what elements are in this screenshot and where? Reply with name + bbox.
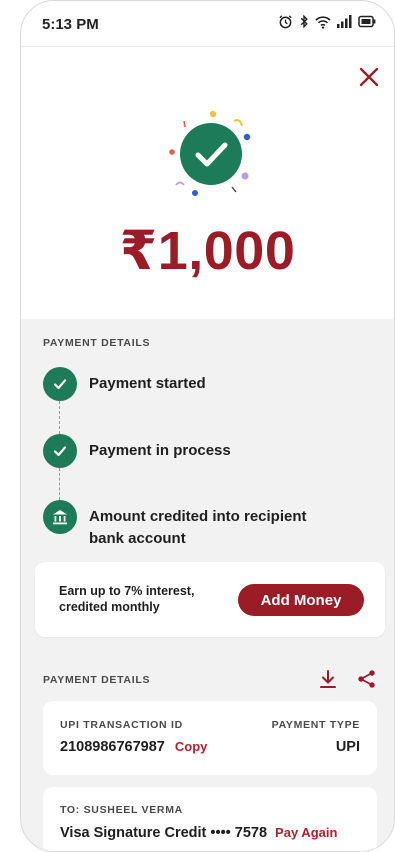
alarm-icon xyxy=(278,14,293,32)
timeline-step-processing: Payment in process xyxy=(43,434,231,468)
upi-transaction-id-label: UPI TRANSACTION ID xyxy=(60,719,183,731)
section-label-payment-details: PAYMENT DETAILS xyxy=(43,674,151,686)
status-time: 5:13 PM xyxy=(42,16,99,33)
check-icon xyxy=(53,446,67,457)
timeline-connector xyxy=(59,468,60,500)
add-money-button[interactable]: Add Money xyxy=(238,584,364,616)
payment-summary: 5:13 PM ₹1,000 xyxy=(21,1,394,319)
share-icon xyxy=(358,670,375,688)
share-button[interactable] xyxy=(357,669,376,689)
upi-transaction-id: 2108986767987 xyxy=(60,739,165,755)
step-label: Amount credited into recipient bank acco… xyxy=(89,508,307,547)
interest-promo-card: Earn up to 7% interest, credited monthly… xyxy=(35,562,385,637)
payment-amount: ₹1,000 xyxy=(119,221,296,281)
download-icon xyxy=(320,670,336,688)
timeline-step-credited: Amount credited into recipient bank acco… xyxy=(43,500,309,550)
bank-icon xyxy=(53,510,67,525)
promo-text: Earn up to 7% interest, credited monthly xyxy=(59,584,195,614)
step-label: Payment in process xyxy=(89,442,231,459)
card-details: Visa Signature Credit •••• 7578 xyxy=(60,825,268,841)
recipient-card: TO: SUSHEEL VERMA Visa Signature Credit … xyxy=(43,787,377,851)
step-dot xyxy=(43,500,77,534)
close-button[interactable] xyxy=(356,64,382,90)
success-check-graphic xyxy=(166,109,256,199)
phone-screen: 5:13 PM ₹1,000 PAYMENT DETAILS Payment s… xyxy=(20,0,395,852)
copy-link[interactable]: Copy xyxy=(175,739,208,754)
timeline-step-started: Payment started xyxy=(43,367,206,401)
upi-transaction-id-row: 2108986767987 Copy xyxy=(60,739,207,755)
signal-icon xyxy=(337,15,352,31)
battery-icon xyxy=(358,15,376,31)
recipient-label: TO: SUSHEEL VERMA xyxy=(60,804,183,816)
details-actions xyxy=(319,669,376,689)
timeline-connector xyxy=(59,401,60,434)
wifi-icon xyxy=(315,15,331,32)
pay-again-link[interactable]: Pay Again xyxy=(275,825,337,840)
bluetooth-icon xyxy=(299,14,309,32)
payment-type-label: PAYMENT TYPE xyxy=(271,719,360,731)
close-icon xyxy=(359,67,379,87)
step-label: Payment started xyxy=(89,375,206,392)
recipient-card-row: Visa Signature Credit •••• 7578 Pay Agai… xyxy=(60,825,337,841)
payment-type-value: UPI xyxy=(335,739,360,755)
section-label-payment-status: PAYMENT DETAILS xyxy=(43,337,151,349)
step-dot xyxy=(43,434,77,468)
transaction-card: UPI TRANSACTION ID 2108986767987 Copy PA… xyxy=(43,701,377,775)
step-dot xyxy=(43,367,77,401)
status-bar: 5:13 PM xyxy=(21,1,394,47)
check-icon xyxy=(53,379,67,390)
status-icons xyxy=(278,14,376,32)
payment-timeline: Payment started Payment in process Amoun… xyxy=(43,367,363,547)
download-button[interactable] xyxy=(319,669,337,689)
